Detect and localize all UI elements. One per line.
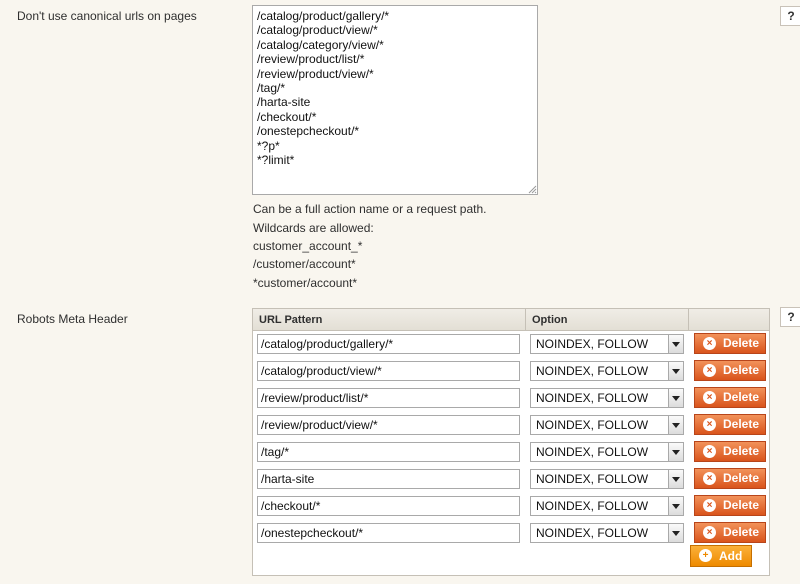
option-select[interactable]: NOINDEX, FOLLOW: [530, 523, 684, 543]
textarea-line: /catalog/product/gallery/*: [257, 9, 390, 23]
textarea-line: *?limit*: [257, 152, 295, 167]
delete-button[interactable]: × Delete: [694, 522, 766, 543]
option-select-value: NOINDEX, FOLLOW: [536, 337, 649, 351]
delete-label: Delete: [723, 417, 760, 431]
option-select-value: NOINDEX, FOLLOW: [536, 391, 649, 405]
url-pattern-input[interactable]: [257, 334, 520, 354]
delete-label: Delete: [723, 336, 760, 350]
table-row: NOINDEX, FOLLOW × Delete: [253, 358, 769, 385]
option-select[interactable]: NOINDEX, FOLLOW: [530, 496, 684, 516]
chevron-down-icon: [668, 443, 683, 461]
delete-label: Delete: [723, 525, 760, 539]
column-header-actions: [689, 309, 769, 330]
canonical-note: Can be a full action name or a request p…: [253, 202, 487, 216]
chevron-down-icon: [668, 524, 683, 542]
delete-circle-icon: ×: [703, 418, 716, 431]
textarea-line: /tag/*: [257, 80, 286, 95]
add-circle-icon: +: [699, 549, 712, 562]
chevron-down-icon: [668, 470, 683, 488]
url-pattern-input[interactable]: [257, 496, 520, 516]
delete-label: Delete: [723, 471, 760, 485]
chevron-down-icon: [668, 362, 683, 380]
delete-button[interactable]: × Delete: [694, 441, 766, 462]
table-row: NOINDEX, FOLLOW × Delete: [253, 493, 769, 520]
canonical-urls-label: Don't use canonical urls on pages: [17, 9, 197, 23]
option-select[interactable]: NOINDEX, FOLLOW: [530, 442, 684, 462]
option-select[interactable]: NOINDEX, FOLLOW: [530, 334, 684, 354]
textarea-line: /review/product/list/*: [257, 52, 365, 67]
option-select-value: NOINDEX, FOLLOW: [536, 526, 649, 540]
table-row: NOINDEX, FOLLOW × Delete: [253, 331, 769, 358]
table-row: NOINDEX, FOLLOW × Delete: [253, 385, 769, 412]
robots-meta-header-label: Robots Meta Header: [17, 312, 128, 326]
option-select-value: NOINDEX, FOLLOW: [536, 418, 649, 432]
option-select[interactable]: NOINDEX, FOLLOW: [530, 469, 684, 489]
delete-circle-icon: ×: [703, 526, 716, 539]
url-pattern-input[interactable]: [257, 469, 520, 489]
delete-circle-icon: ×: [703, 499, 716, 512]
delete-label: Delete: [723, 390, 760, 404]
grid-header: URL Pattern Option: [253, 309, 769, 331]
textarea-line: /catalog/product/view/*: [257, 23, 378, 38]
chevron-down-icon: [668, 497, 683, 515]
url-pattern-input[interactable]: [257, 442, 520, 462]
url-pattern-input[interactable]: [257, 388, 520, 408]
option-select[interactable]: NOINDEX, FOLLOW: [530, 415, 684, 435]
delete-label: Delete: [723, 444, 760, 458]
canonical-note: /customer/account*: [253, 257, 356, 271]
url-pattern-input[interactable]: [257, 361, 520, 381]
delete-circle-icon: ×: [703, 472, 716, 485]
option-select[interactable]: NOINDEX, FOLLOW: [530, 388, 684, 408]
delete-button[interactable]: × Delete: [694, 333, 766, 354]
add-button[interactable]: + Add: [690, 545, 752, 567]
resize-grip-icon[interactable]: [527, 184, 537, 194]
canonical-urls-textarea[interactable]: /catalog/product/gallery/*/catalog/produ…: [252, 5, 538, 195]
option-select-value: NOINDEX, FOLLOW: [536, 499, 649, 513]
add-label: Add: [719, 549, 743, 563]
canonical-note: Wildcards are allowed:: [253, 221, 374, 235]
option-select[interactable]: NOINDEX, FOLLOW: [530, 361, 684, 381]
delete-button[interactable]: × Delete: [694, 360, 766, 381]
robots-grid: URL Pattern Option NOINDEX, FOLLOW × Delet…: [252, 308, 770, 576]
table-row: NOINDEX, FOLLOW × Delete: [253, 466, 769, 493]
chevron-down-icon: [668, 389, 683, 407]
table-row: NOINDEX, FOLLOW × Delete: [253, 520, 769, 547]
textarea-line: /harta-site: [257, 95, 311, 110]
delete-label: Delete: [723, 498, 760, 512]
table-row: NOINDEX, FOLLOW × Delete: [253, 439, 769, 466]
textarea-line: /checkout/*: [257, 109, 317, 124]
table-row: NOINDEX, FOLLOW × Delete: [253, 412, 769, 439]
textarea-line: *?p*: [257, 138, 280, 153]
canonical-note: customer_account_*: [253, 239, 363, 253]
help-icon[interactable]: ?: [780, 6, 800, 26]
chevron-down-icon: [668, 335, 683, 353]
textarea-line: /review/product/view/*: [257, 66, 374, 81]
column-header-url-pattern: URL Pattern: [253, 309, 526, 330]
delete-button[interactable]: × Delete: [694, 468, 766, 489]
help-icon[interactable]: ?: [780, 307, 800, 327]
textarea-line: /catalog/category/view/*: [257, 37, 384, 52]
canonical-note: *customer/account*: [253, 276, 358, 290]
chevron-down-icon: [668, 416, 683, 434]
delete-button[interactable]: × Delete: [694, 495, 766, 516]
textarea-line: /onestepcheckout/*: [257, 124, 360, 139]
delete-circle-icon: ×: [703, 391, 716, 404]
delete-label: Delete: [723, 363, 760, 377]
delete-button[interactable]: × Delete: [694, 414, 766, 435]
delete-button[interactable]: × Delete: [694, 387, 766, 408]
url-pattern-input[interactable]: [257, 523, 520, 543]
option-select-value: NOINDEX, FOLLOW: [536, 364, 649, 378]
column-header-option: Option: [526, 309, 689, 330]
delete-circle-icon: ×: [703, 445, 716, 458]
option-select-value: NOINDEX, FOLLOW: [536, 445, 649, 459]
url-pattern-input[interactable]: [257, 415, 520, 435]
option-select-value: NOINDEX, FOLLOW: [536, 472, 649, 486]
delete-circle-icon: ×: [703, 364, 716, 377]
delete-circle-icon: ×: [703, 337, 716, 350]
